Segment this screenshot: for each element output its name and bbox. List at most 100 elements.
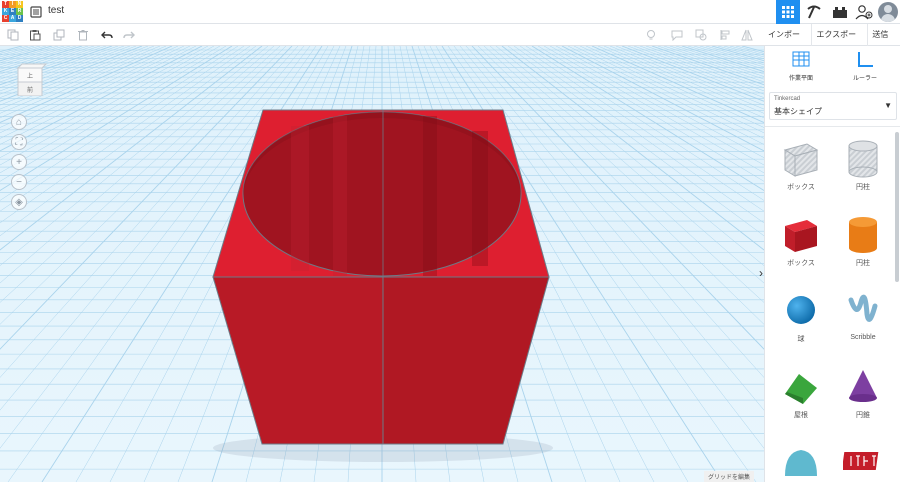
- mirror-button[interactable]: [740, 28, 754, 42]
- export-bar: インポート エクスポート 送信先: [764, 23, 900, 61]
- pickaxe-icon: [807, 5, 821, 19]
- note-button[interactable]: [644, 28, 658, 42]
- green-roof-icon: [785, 374, 817, 404]
- tinkercad-logo[interactable]: T I N K E R C A D: [2, 1, 23, 22]
- shape-item-cylinder-hole[interactable]: 円柱: [835, 136, 891, 200]
- minus-icon: −: [16, 176, 22, 188]
- viewcube-top-label: 上: [27, 72, 33, 80]
- duplicate-button[interactable]: [52, 28, 66, 42]
- shape-item-sphere[interactable]: 球: [773, 288, 829, 352]
- blue-sphere-icon: [787, 296, 815, 324]
- orange-cylinder-icon: [849, 217, 877, 253]
- shape-item-roof[interactable]: 屋根: [773, 364, 829, 428]
- paste-button[interactable]: [28, 28, 42, 42]
- perspective-icon: ◈: [15, 196, 23, 208]
- workplane-icon: [792, 51, 810, 67]
- workplane-canvas[interactable]: 上 前 ⌂ ⛶ + − ◈ グリッドを編集: [0, 46, 764, 482]
- panel-scrollbar[interactable]: [895, 132, 899, 282]
- workplane-tool[interactable]: 作業平面: [771, 50, 831, 90]
- shape-item-box-hole[interactable]: ボックス: [773, 136, 829, 200]
- shapes-panel: 作業平面 ルーラー Tinkercad 基本シェイプ ▼ ボックス 円柱 ボック…: [764, 46, 900, 482]
- home-icon: ⌂: [15, 116, 23, 128]
- align-icon: [720, 30, 730, 40]
- top-bar: T I N K E R C A D test: [0, 0, 900, 24]
- logo-letter: N: [16, 1, 23, 8]
- caret-down-icon: ▼: [884, 101, 892, 110]
- home-view-button[interactable]: ⌂: [11, 114, 27, 130]
- align-button[interactable]: [718, 28, 732, 42]
- user-avatar[interactable]: [877, 0, 899, 24]
- grid-view-icon: [782, 6, 794, 18]
- delete-button[interactable]: [76, 28, 90, 42]
- edit-toolbar: [0, 24, 764, 46]
- shape-label: ボックス: [787, 184, 815, 191]
- ruler-tool[interactable]: ルーラー: [835, 50, 895, 90]
- blocks-button[interactable]: [828, 0, 852, 24]
- shape-label: ボックス: [787, 260, 815, 267]
- add-user-button[interactable]: [852, 0, 876, 24]
- logo-letter: I: [9, 1, 16, 8]
- shape-library-select[interactable]: Tinkercad 基本シェイプ ▼: [769, 92, 897, 120]
- copy-button[interactable]: [6, 28, 20, 42]
- send-to-button[interactable]: 送信先: [867, 23, 900, 61]
- logo-letter: D: [16, 15, 23, 22]
- panel-divider: [765, 126, 900, 127]
- shape-item-text[interactable]: [835, 440, 891, 504]
- perspective-button[interactable]: ◈: [11, 194, 27, 210]
- zoom-out-button[interactable]: −: [11, 174, 27, 190]
- red-hollow-box[interactable]: [212, 109, 550, 445]
- logo-letter: A: [9, 15, 16, 22]
- undo-button[interactable]: [100, 28, 114, 42]
- logo-letter: K: [2, 8, 9, 15]
- workplane-tool-label: 作業平面: [788, 76, 813, 82]
- shape-label: Scribble: [850, 334, 876, 341]
- logo-letter: T: [2, 1, 9, 8]
- zoom-in-button[interactable]: +: [11, 154, 27, 170]
- import-button[interactable]: インポート: [764, 24, 811, 61]
- library-source: Tinkercad: [774, 96, 801, 102]
- redo-button[interactable]: [122, 28, 136, 42]
- ruler-tool-label: ルーラー: [852, 76, 877, 82]
- trash-icon: [78, 30, 88, 41]
- shape-item-round-roof[interactable]: [773, 440, 829, 504]
- design-menu-icon[interactable]: [30, 5, 42, 18]
- shape-label: 球: [797, 336, 805, 343]
- teal-round-roof-icon: [785, 450, 817, 476]
- shape-item-box[interactable]: ボックス: [773, 212, 829, 276]
- view-cube[interactable]: 上 前: [14, 60, 48, 97]
- group-icon: [695, 29, 707, 41]
- 3d-design-view-button[interactable]: [776, 0, 800, 24]
- logo-letter: C: [2, 15, 9, 22]
- scribble-icon: [848, 294, 878, 322]
- light-bulb-icon: [647, 30, 655, 40]
- redo-icon: [123, 31, 135, 39]
- avatar-icon: [878, 2, 898, 22]
- add-user-icon: [855, 5, 873, 20]
- comment-button[interactable]: [670, 28, 684, 42]
- undo-icon: [101, 31, 113, 39]
- ruler-icon: [858, 52, 873, 67]
- shape-item-cone[interactable]: 円錐: [835, 364, 891, 428]
- group-button[interactable]: [694, 28, 708, 42]
- striped-cylinder-icon: [848, 140, 878, 178]
- red-text-icon: [843, 452, 879, 470]
- shape-label: 円錐: [856, 412, 870, 419]
- logo-letter: R: [16, 8, 23, 15]
- export-button[interactable]: エクスポート: [811, 23, 867, 61]
- striped-box-icon: [783, 143, 819, 177]
- shape-label: 円柱: [856, 260, 870, 267]
- fit-view-button[interactable]: ⛶: [11, 134, 27, 150]
- library-name: 基本シェイプ: [774, 107, 822, 116]
- design-title[interactable]: test: [48, 5, 64, 16]
- shape-item-cylinder[interactable]: 円柱: [835, 212, 891, 276]
- shape-item-scribble[interactable]: Scribble: [835, 288, 891, 352]
- viewcube-front-label: 前: [27, 86, 33, 94]
- edit-grid-button[interactable]: グリッドを編集: [703, 471, 754, 482]
- purple-cone-icon: [849, 370, 877, 402]
- workplane-grid: [0, 46, 764, 482]
- pickaxe-button[interactable]: [802, 0, 826, 24]
- logo-letter: E: [9, 8, 16, 15]
- shape-label: 屋根: [794, 412, 808, 419]
- red-box-icon: [785, 220, 817, 252]
- shape-label: 円柱: [856, 184, 870, 191]
